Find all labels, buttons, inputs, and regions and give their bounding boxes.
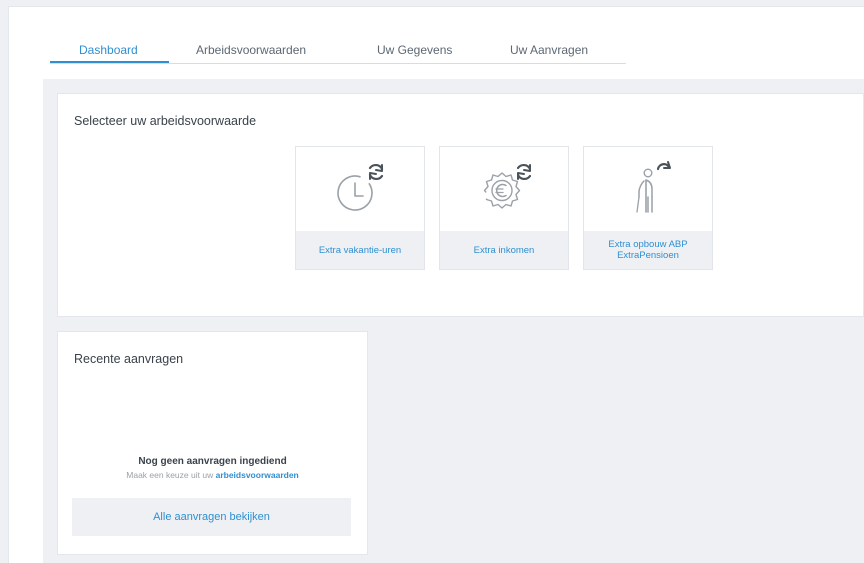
- panel-title: Selecteer uw arbeidsvoorwaarde: [74, 114, 257, 128]
- select-benefit-panel: Selecteer uw arbeidsvoorwaarde Extra vak…: [57, 93, 864, 317]
- clock-refresh-icon: [296, 147, 424, 231]
- empty-state-prefix: Maak een keuze uit uw: [126, 470, 214, 480]
- tile-label-line2: ExtraPensioen: [617, 250, 679, 261]
- euro-badge-refresh-icon: [440, 147, 568, 231]
- tab-uw-gegevens[interactable]: Uw Gegevens: [377, 43, 452, 63]
- empty-state-title: Nog geen aanvragen ingediend: [138, 456, 287, 467]
- tab-dashboard[interactable]: Dashboard: [79, 43, 138, 63]
- tile-label-line1: Extra opbouw ABP: [608, 239, 688, 250]
- view-all-requests-button[interactable]: Alle aanvragen bekijken: [72, 498, 351, 536]
- tile-extra-vakantie-uren[interactable]: Extra vakantie-uren: [295, 146, 425, 270]
- tab-uw-aanvragen[interactable]: Uw Aanvragen: [510, 43, 588, 63]
- tile-extra-opbouw-abp[interactable]: Extra opbouw ABP ExtraPensioen: [583, 146, 713, 270]
- main-content: Selecteer uw arbeidsvoorwaarde Extra vak…: [43, 79, 864, 563]
- panel-title: Recente aanvragen: [74, 352, 184, 366]
- tab-bar: Dashboard Arbeidsvoorwaarden Uw Gegevens…: [50, 43, 626, 64]
- elderly-person-refresh-icon: [584, 147, 712, 231]
- arbeidsvoorwaarden-link[interactable]: arbeidsvoorwaarden: [216, 470, 299, 480]
- tile-extra-inkomen[interactable]: Extra inkomen: [439, 146, 569, 270]
- active-tab-indicator: [50, 61, 169, 63]
- tile-label: Extra vakantie-uren: [296, 231, 424, 269]
- tab-arbeidsvoorwaarden[interactable]: Arbeidsvoorwaarden: [196, 43, 306, 63]
- empty-state-subtitle: Maak een keuze uit uw arbeidsvoorwaarden: [58, 470, 367, 480]
- tile-label: Extra inkomen: [440, 231, 568, 269]
- recent-requests-panel: Recente aanvragen Nog geen aanvragen ing…: [57, 331, 368, 555]
- tile-label: Extra opbouw ABP ExtraPensioen: [584, 231, 712, 269]
